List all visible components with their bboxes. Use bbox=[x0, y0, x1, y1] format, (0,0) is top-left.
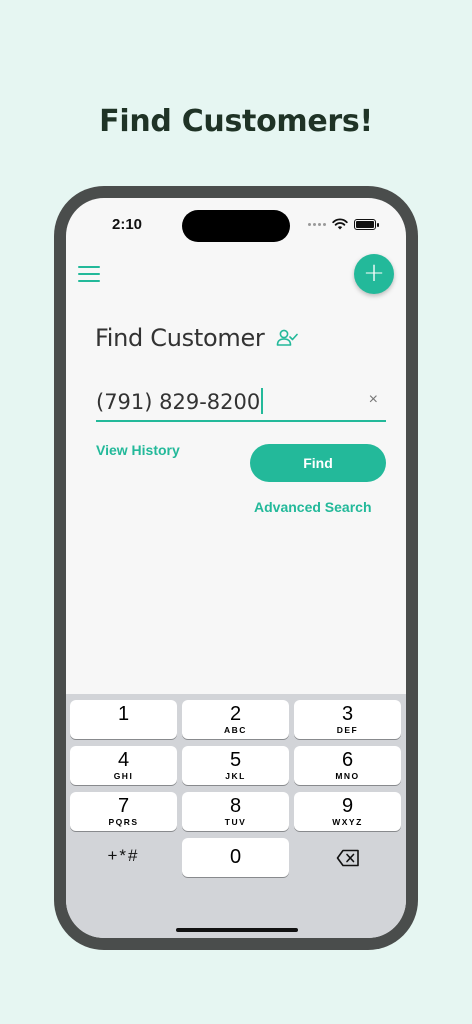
advanced-search-link[interactable]: Advanced Search bbox=[254, 499, 372, 515]
headline: Find Customers! bbox=[99, 104, 373, 139]
key-4[interactable]: 4 GHI bbox=[70, 746, 177, 785]
key-0[interactable]: 0 bbox=[182, 838, 289, 877]
phone-screen: 2:10 + Find Customer (791) 829-8200 × Vi… bbox=[66, 198, 406, 938]
find-button[interactable]: Find bbox=[250, 444, 386, 482]
backspace-key[interactable] bbox=[294, 838, 401, 877]
key-1[interactable]: 1 bbox=[70, 700, 177, 739]
view-history-link[interactable]: View History bbox=[96, 442, 180, 458]
person-check-icon bbox=[277, 329, 299, 346]
numeric-keypad: 1 2 ABC 3 DEF 4 GHI 5 JKL 6 MNO 7 PQRS 8 TUV 9W… bbox=[66, 694, 406, 938]
title-row: Find Customer bbox=[95, 324, 299, 352]
key-6[interactable]: 6 MNO bbox=[294, 746, 401, 785]
key-9[interactable]: 9 WXYZ bbox=[294, 792, 401, 831]
signal-icon bbox=[308, 222, 326, 226]
backspace-icon bbox=[336, 849, 359, 867]
key-2[interactable]: 2 ABC bbox=[182, 700, 289, 739]
status-time: 2:10 bbox=[112, 216, 143, 233]
page-title: Find Customer bbox=[95, 324, 265, 352]
key-3[interactable]: 3 DEF bbox=[294, 700, 401, 739]
key-8[interactable]: 8 TUV bbox=[182, 792, 289, 831]
phone-input[interactable]: (791) 829-8200 × bbox=[96, 382, 386, 422]
text-caret bbox=[261, 388, 264, 414]
menu-icon[interactable] bbox=[78, 266, 102, 284]
dynamic-island bbox=[182, 210, 290, 242]
battery-icon bbox=[354, 218, 379, 230]
key-5[interactable]: 5 JKL bbox=[182, 746, 289, 785]
clear-icon[interactable]: × bbox=[369, 391, 378, 409]
status-icons bbox=[308, 218, 379, 230]
key-7[interactable]: 7 PQRS bbox=[70, 792, 177, 831]
symbols-key[interactable]: +*# bbox=[70, 836, 177, 875]
phone-value: (791) 829-8200 bbox=[96, 388, 264, 414]
home-indicator bbox=[176, 928, 298, 932]
add-customer-button[interactable]: + bbox=[354, 254, 394, 294]
wifi-icon bbox=[332, 218, 348, 230]
